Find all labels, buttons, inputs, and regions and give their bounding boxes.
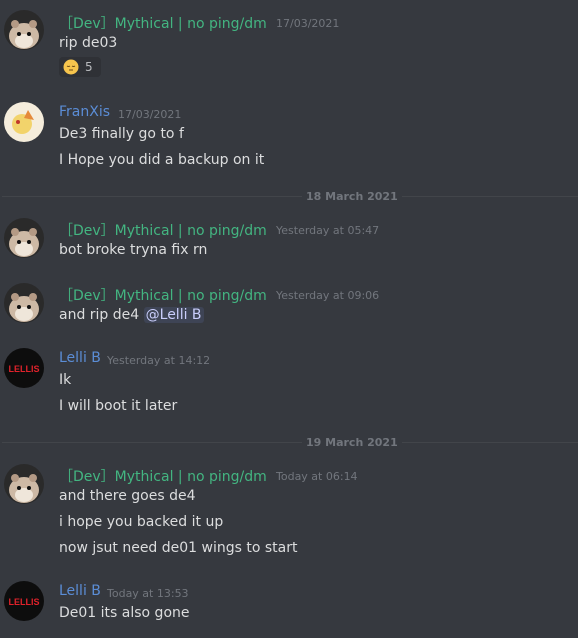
message-text: and rip de4 @Lelli B — [59, 307, 204, 323]
hamster-avatar-icon — [4, 283, 44, 323]
author-name[interactable]: Lelli B — [59, 583, 101, 599]
author-name[interactable]: ［Dev］Mythical | no ping/dm — [59, 13, 267, 33]
message-text: De3 finally go to f — [59, 126, 184, 142]
message-timestamp: 17/03/2021 — [118, 108, 182, 121]
message-text: i hope you backed it up — [59, 514, 224, 530]
pensive-emoji-icon — [63, 59, 79, 75]
message-timestamp: Today at 06:14 — [276, 470, 358, 483]
lellis-logo-icon: LELLIS — [4, 581, 44, 621]
author-name[interactable]: FranXis — [59, 104, 110, 120]
avatar-lelli[interactable]: LELLIS — [4, 348, 44, 388]
lellis-logo-text: LELLIS — [9, 364, 40, 374]
date-divider — [2, 442, 578, 443]
message-timestamp: Yesterday at 14:12 — [107, 354, 211, 367]
hamster-avatar-icon — [4, 464, 44, 504]
date-divider — [2, 196, 578, 197]
date-divider-label: 19 March 2021 — [302, 436, 402, 449]
author-name[interactable]: ［Dev］Mythical | no ping/dm — [59, 466, 267, 486]
franxis-avatar-icon — [4, 102, 44, 142]
message-text-part: and rip de4 — [59, 307, 140, 323]
message-text: Ik — [59, 372, 72, 388]
message-text: I Hope you did a backup on it — [59, 152, 265, 168]
message-text: I will boot it later — [59, 398, 178, 414]
reaction-count: 5 — [85, 60, 93, 74]
author-name[interactable]: Lelli B — [59, 350, 101, 366]
avatar-mythical[interactable] — [4, 283, 44, 323]
author-name[interactable]: ［Dev］Mythical | no ping/dm — [59, 285, 267, 305]
hamster-avatar-icon — [4, 10, 44, 50]
message-timestamp: Yesterday at 09:06 — [276, 289, 380, 302]
message-text: and there goes de4 — [59, 488, 196, 504]
avatar-franxis[interactable] — [4, 102, 44, 142]
lellis-logo-icon: LELLIS — [4, 348, 44, 388]
lellis-logo-text: LELLIS — [9, 597, 40, 607]
message-text: De01 its also gone — [59, 605, 190, 621]
avatar-mythical[interactable] — [4, 464, 44, 504]
user-mention[interactable]: @Lelli B — [143, 307, 204, 323]
avatar-mythical[interactable] — [4, 218, 44, 258]
avatar-lelli[interactable]: LELLIS — [4, 581, 44, 621]
avatar-mythical[interactable] — [4, 10, 44, 50]
message-text: bot broke tryna fix rn — [59, 242, 208, 258]
message-timestamp: 17/03/2021 — [276, 17, 340, 30]
author-name[interactable]: ［Dev］Mythical | no ping/dm — [59, 220, 267, 240]
message-text: now jsut need de01 wings to start — [59, 540, 298, 556]
message-text: rip de03 — [59, 35, 118, 51]
reaction-button[interactable]: 5 — [59, 57, 101, 77]
message-timestamp: Today at 13:53 — [107, 587, 189, 600]
date-divider-label: 18 March 2021 — [302, 190, 402, 203]
message-timestamp: Yesterday at 05:47 — [276, 224, 380, 237]
hamster-avatar-icon — [4, 218, 44, 258]
